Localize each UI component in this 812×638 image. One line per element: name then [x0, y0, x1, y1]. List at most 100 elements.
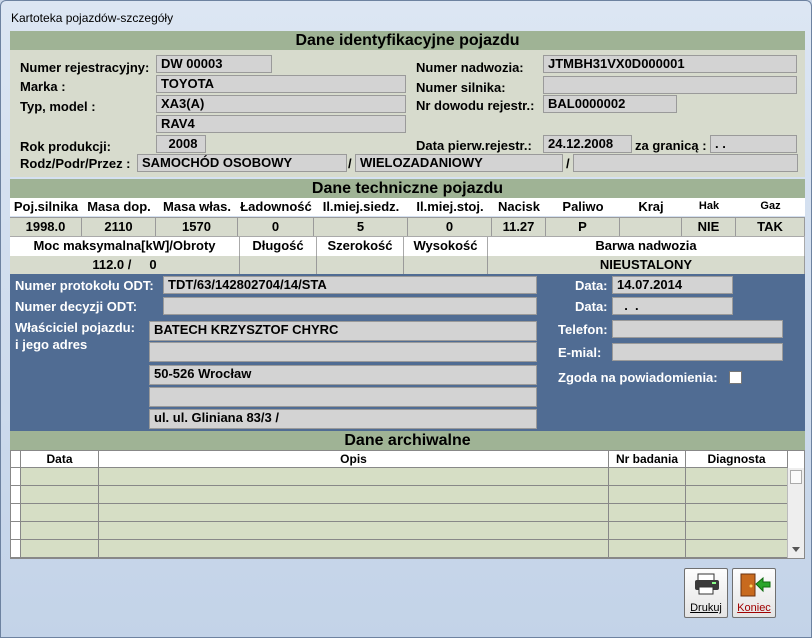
ident-section-header: Dane identyfikacyjne pojazdu	[10, 31, 805, 50]
za-granica-label: za granicą :	[635, 138, 707, 153]
nacisk-value[interactable]: 11.27	[492, 217, 546, 236]
sep1: /	[348, 156, 352, 171]
table-row[interactable]	[11, 486, 788, 504]
owner-panel: Numer protokołu ODT: TDT/63/142802704/14…	[10, 274, 805, 431]
miej-stoj-value[interactable]: 0	[408, 217, 492, 236]
owner-line-2[interactable]	[149, 342, 537, 362]
data1-field[interactable]: 14.07.2014	[612, 276, 733, 294]
decyzja-field[interactable]	[163, 297, 537, 315]
data1-label: Data:	[575, 278, 608, 293]
owner-line-3[interactable]: 50-526 Wrocław	[149, 365, 537, 385]
tech-header-row: Poj.silnika Masa dop. Masa włas. Ładowno…	[10, 198, 805, 216]
archive-table: Data Opis Nr badania Diagnosta	[10, 450, 805, 559]
tech-header-cell: Ładowność	[240, 199, 312, 214]
za-granica-field[interactable]: . .	[710, 135, 797, 153]
email-label: E-mial:	[558, 345, 602, 360]
rok-field[interactable]: 2008	[156, 135, 206, 153]
tech-header-cell: Poj.silnika	[13, 199, 79, 214]
przeznaczenie-field[interactable]	[573, 154, 798, 172]
exit-door-icon	[740, 573, 771, 597]
table-row[interactable]	[11, 504, 788, 522]
data-pierw-field[interactable]: 24.12.2008	[543, 135, 632, 153]
window-title: Kartoteka pojazdów-szczegóły	[11, 11, 174, 25]
model-field[interactable]: RAV4	[156, 115, 406, 133]
typ-label: Typ, model :	[20, 99, 96, 114]
nadwozie-label: Numer nadwozia:	[416, 60, 524, 75]
tech-header-cell: Barwa nadwozia	[488, 236, 805, 256]
zgoda-checkbox[interactable]	[729, 371, 742, 384]
tech-header-cell: Wysokość	[404, 236, 488, 256]
paliwo-value[interactable]: P	[546, 217, 620, 236]
tech-header-cell: Il.miej.stoj.	[416, 199, 484, 214]
table-row[interactable]	[11, 522, 788, 540]
tech-values-row: 1998.0 2110 1570 0 5 0 11.27 P NIE TAK	[10, 217, 805, 236]
table-row[interactable]	[11, 540, 788, 558]
owner-address-label: i jego adres	[15, 337, 88, 352]
nr-rej-label: Numer rejestracyjny:	[20, 60, 150, 75]
dowod-label: Nr dowodu rejestr.:	[416, 98, 535, 113]
close-button[interactable]: Koniec	[732, 568, 776, 618]
vehicle-details-window: Kartoteka pojazdów-szczegóły Dane identy…	[0, 0, 812, 638]
tech-header-cell: Moc maksymalna[kW]/Obroty	[10, 236, 240, 256]
tech-header-cell: Hak	[698, 200, 720, 212]
printer-icon	[695, 573, 719, 595]
dlugosc-value[interactable]	[240, 256, 317, 274]
archive-col-diagnosta: Diagnosta	[686, 451, 788, 468]
archive-scrollbar[interactable]	[787, 468, 804, 558]
owner-line-5[interactable]: ul. ul. Gliniana 83/3 /	[149, 409, 537, 429]
protokol-label: Numer protokołu ODT:	[15, 278, 154, 293]
tech-header-cell: Masa włas.	[163, 199, 231, 214]
table-row[interactable]	[11, 468, 788, 486]
scroll-thumb[interactable]	[790, 470, 802, 484]
moc-value[interactable]: 112.0 / 0	[10, 256, 240, 274]
decyzja-label: Numer decyzji ODT:	[15, 299, 138, 314]
data-pierw-label: Data pierw.rejestr.:	[416, 138, 532, 153]
data2-field[interactable]: . .	[612, 297, 733, 315]
sep2: /	[566, 156, 570, 171]
nr-rej-field[interactable]: DW 00003	[156, 55, 272, 73]
masa-dop-value[interactable]: 2110	[82, 217, 156, 236]
row-selector-header	[11, 451, 21, 468]
owner-label: Właściciel pojazdu:	[15, 320, 135, 335]
rodz-label: Rodz/Podr/Przez :	[20, 156, 131, 171]
rodzaj-field[interactable]: SAMOCHÓD OSOBOWY	[137, 154, 347, 172]
tech-header-cell: Gaz	[760, 200, 781, 212]
tech-values-row-2: 112.0 / 0 NIEUSTALONY	[10, 256, 805, 274]
print-button[interactable]: Drukuj	[684, 568, 728, 618]
masa-wlas-value[interactable]: 1570	[156, 217, 238, 236]
nadwozie-field[interactable]: JTMBH31VX0D000001	[543, 55, 797, 73]
archive-section-header: Dane archiwalne	[10, 431, 805, 450]
zgoda-label: Zgoda na powiadomienia:	[558, 370, 718, 385]
tech-header-cell: Nacisk	[498, 199, 540, 214]
gaz-value[interactable]: TAK	[736, 217, 805, 236]
tech-header-cell: Kraj	[638, 199, 664, 214]
protokol-field[interactable]: TDT/63/142802704/14/STA	[163, 276, 537, 294]
szerokosc-value[interactable]	[317, 256, 404, 274]
archive-col-data: Data	[21, 451, 99, 468]
silnik-label: Numer silnika:	[416, 80, 506, 95]
wysokosc-value[interactable]	[404, 256, 488, 274]
owner-line-4[interactable]	[149, 387, 537, 407]
telefon-field[interactable]	[612, 320, 783, 338]
dowod-field[interactable]: BAL0000002	[543, 95, 677, 113]
silnik-field[interactable]	[543, 76, 797, 94]
typ-field[interactable]: XA3(A)	[156, 95, 406, 113]
marka-label: Marka :	[20, 79, 66, 94]
owner-line-1[interactable]: BATECH KRZYSZTOF CHYRC	[149, 321, 537, 341]
barwa-value[interactable]: NIEUSTALONY	[488, 256, 805, 274]
poj-silnika-value[interactable]: 1998.0	[10, 217, 82, 236]
kraj-value[interactable]	[620, 217, 682, 236]
email-field[interactable]	[612, 343, 783, 361]
tech-section-header: Dane techniczne pojazdu	[10, 179, 805, 198]
ladownosc-value[interactable]: 0	[238, 217, 314, 236]
tech-header-row-2: Moc maksymalna[kW]/Obroty Długość Szerok…	[10, 236, 805, 256]
telefon-label: Telefon:	[558, 322, 608, 337]
tech-header-cell: Długość	[240, 236, 317, 256]
hak-value[interactable]: NIE	[682, 217, 736, 236]
miej-siedz-value[interactable]: 5	[314, 217, 408, 236]
scroll-down-icon[interactable]	[791, 546, 801, 554]
podrodzaj-field[interactable]: WIELOZADANIOWY	[355, 154, 563, 172]
tech-header-cell: Masa dop.	[87, 199, 151, 214]
ident-panel: Numer rejestracyjny: DW 00003 Marka : TO…	[10, 50, 805, 177]
marka-field[interactable]: TOYOTA	[156, 75, 406, 93]
